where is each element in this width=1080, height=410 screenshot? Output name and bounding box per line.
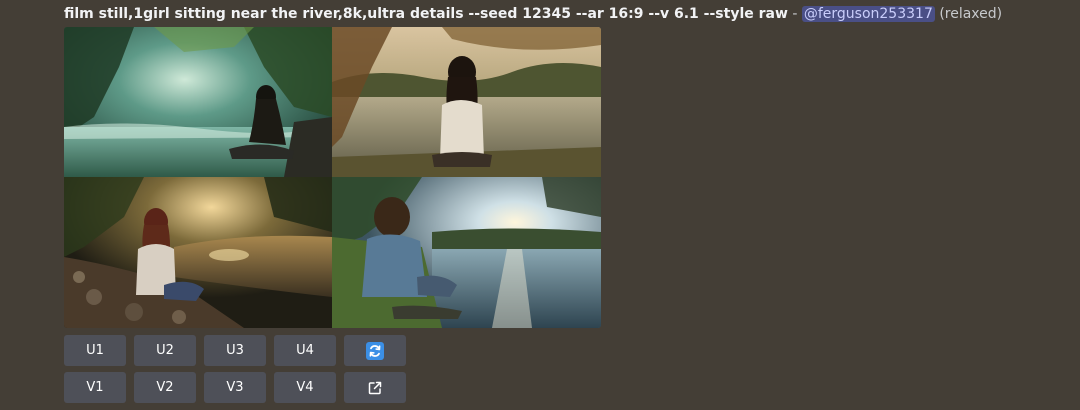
- refresh-icon: [366, 341, 384, 360]
- forest-stream-image: [64, 27, 332, 177]
- prompt-text: film still,1girl sitting near the river,…: [64, 6, 788, 22]
- lake-sunset-image: [332, 27, 601, 177]
- external-link-icon: [367, 380, 383, 396]
- variation-row: V1 V2 V3 V4: [64, 372, 406, 403]
- separator: -: [787, 6, 802, 22]
- v1-button[interactable]: V1: [64, 372, 126, 403]
- mode-label: (relaxed): [939, 6, 1003, 22]
- v4-button[interactable]: V4: [274, 372, 336, 403]
- sunlit-river-image: [332, 177, 601, 328]
- u3-button[interactable]: U3: [204, 335, 266, 366]
- open-link-button[interactable]: [344, 372, 406, 403]
- u2-button[interactable]: U2: [134, 335, 196, 366]
- image-tile-2[interactable]: [332, 27, 601, 177]
- image-tile-3[interactable]: [64, 177, 332, 328]
- rocky-riverbank-image: [64, 177, 332, 328]
- prompt-message: film still,1girl sitting near the river,…: [64, 5, 1002, 23]
- reroll-button[interactable]: [344, 335, 406, 366]
- image-grid[interactable]: [64, 27, 601, 328]
- image-tile-4[interactable]: [332, 177, 601, 328]
- image-tile-1[interactable]: [64, 27, 332, 177]
- u1-button[interactable]: U1: [64, 335, 126, 366]
- user-mention[interactable]: @ferguson253317: [801, 6, 935, 22]
- u4-button[interactable]: U4: [274, 335, 336, 366]
- v2-button[interactable]: V2: [134, 372, 196, 403]
- upscale-row: U1 U2 U3 U4: [64, 335, 406, 366]
- v3-button[interactable]: V3: [204, 372, 266, 403]
